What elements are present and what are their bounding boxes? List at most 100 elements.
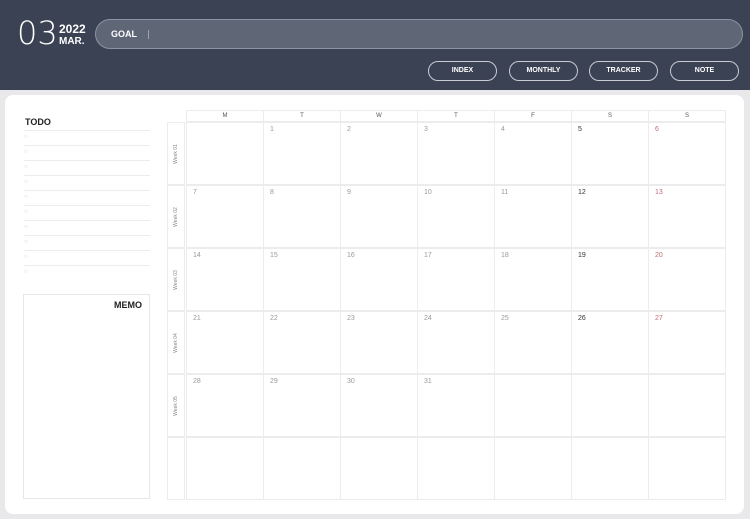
day-cell[interactable] [186, 122, 264, 185]
day-number: 7 [193, 189, 197, 196]
todo-line [24, 160, 150, 161]
day-number: 19 [578, 252, 586, 259]
day-cell[interactable] [186, 437, 264, 500]
day-number: 24 [424, 315, 432, 322]
memo-box[interactable]: MEMO [23, 294, 150, 499]
todo-checkbox-icon[interactable]: ○ [24, 164, 28, 170]
day-number: 15 [270, 252, 278, 259]
day-cell[interactable]: 6 [648, 122, 726, 185]
day-cell[interactable]: 2 [340, 122, 418, 185]
day-cell[interactable] [571, 437, 649, 500]
todo-title: TODO [25, 117, 51, 127]
day-cell[interactable]: 19 [571, 248, 649, 311]
day-cell[interactable]: 1 [263, 122, 341, 185]
day-cell[interactable] [648, 437, 726, 500]
day-number: 20 [655, 252, 663, 259]
day-cell[interactable]: 29 [263, 374, 341, 437]
month-number: 03 [17, 14, 58, 52]
day-number: 28 [193, 378, 201, 385]
day-cell[interactable]: 25 [494, 311, 572, 374]
day-cell[interactable] [494, 374, 572, 437]
day-number: 30 [347, 378, 355, 385]
weekday-header: T [263, 110, 341, 122]
todo-checkbox-icon[interactable]: ○ [24, 134, 28, 140]
todo-checkbox-icon[interactable]: ○ [24, 149, 28, 155]
todo-checkbox-icon[interactable]: ○ [24, 179, 28, 185]
day-cell[interactable]: 31 [417, 374, 495, 437]
day-number: 22 [270, 315, 278, 322]
memo-title: MEMO [114, 300, 142, 310]
todo-checkbox-icon[interactable]: ○ [24, 254, 28, 260]
day-cell[interactable]: 5 [571, 122, 649, 185]
todo-checkbox-icon[interactable]: ○ [24, 194, 28, 200]
monthly-button[interactable]: MONTHLY [509, 61, 578, 81]
day-cell[interactable] [648, 374, 726, 437]
week-label: Week 05 [173, 395, 179, 416]
day-number: 11 [501, 189, 509, 196]
day-cell[interactable] [263, 437, 341, 500]
day-cell[interactable]: 7 [186, 185, 264, 248]
day-cell[interactable]: 15 [263, 248, 341, 311]
day-cell[interactable]: 9 [340, 185, 418, 248]
index-button[interactable]: INDEX [428, 61, 497, 81]
day-cell[interactable]: 14 [186, 248, 264, 311]
day-number: 25 [501, 315, 509, 322]
todo-line [24, 145, 150, 146]
week-label-cell: Week 03 [167, 248, 185, 311]
day-cell[interactable]: 30 [340, 374, 418, 437]
day-number: 14 [193, 252, 201, 259]
day-cell[interactable]: 26 [571, 311, 649, 374]
todo-line [24, 130, 150, 131]
day-cell[interactable]: 21 [186, 311, 264, 374]
week-label-cell: Week 05 [167, 374, 185, 437]
day-cell[interactable]: 17 [417, 248, 495, 311]
day-number: 8 [270, 189, 274, 196]
day-cell[interactable] [340, 437, 418, 500]
day-cell[interactable]: 3 [417, 122, 495, 185]
note-button[interactable]: NOTE [670, 61, 739, 81]
week-label-cell: Week 02 [167, 185, 185, 248]
day-cell[interactable]: 28 [186, 374, 264, 437]
day-cell[interactable]: 20 [648, 248, 726, 311]
day-cell[interactable]: 13 [648, 185, 726, 248]
week-label: Week 01 [173, 143, 179, 164]
day-number: 5 [578, 126, 582, 133]
day-cell[interactable]: 12 [571, 185, 649, 248]
day-cell[interactable]: 11 [494, 185, 572, 248]
year-label: 2022 [59, 22, 86, 36]
day-cell[interactable]: 23 [340, 311, 418, 374]
day-number: 18 [501, 252, 509, 259]
goal-input[interactable] [146, 26, 726, 42]
day-cell[interactable]: 22 [263, 311, 341, 374]
todo-checkbox-icon[interactable]: ○ [24, 239, 28, 245]
day-cell[interactable]: 10 [417, 185, 495, 248]
header-bar: 03 2022 MAR. GOAL INDEX MONTHLY TRACKER … [0, 0, 750, 90]
day-cell[interactable]: 24 [417, 311, 495, 374]
goal-bar[interactable]: GOAL [95, 19, 743, 49]
day-cell[interactable]: 8 [263, 185, 341, 248]
todo-line [24, 220, 150, 221]
week-label-cell: Week 04 [167, 311, 185, 374]
month-abbr-label: MAR. [59, 36, 85, 47]
week-label: Week 02 [173, 206, 179, 227]
tracker-button[interactable]: TRACKER [589, 61, 658, 81]
todo-line [24, 250, 150, 251]
weekday-header: S [571, 110, 649, 122]
day-number: 9 [347, 189, 351, 196]
day-cell[interactable] [571, 374, 649, 437]
day-cell[interactable] [417, 437, 495, 500]
todo-checkbox-icon[interactable]: ○ [24, 269, 28, 275]
day-cell[interactable] [494, 437, 572, 500]
weekday-header: S [648, 110, 726, 122]
day-cell[interactable]: 4 [494, 122, 572, 185]
day-number: 1 [270, 126, 274, 133]
todo-checkbox-icon[interactable]: ○ [24, 224, 28, 230]
day-cell[interactable]: 27 [648, 311, 726, 374]
todo-checkbox-icon[interactable]: ○ [24, 209, 28, 215]
day-cell[interactable]: 16 [340, 248, 418, 311]
day-number: 2 [347, 126, 351, 133]
todo-line [24, 265, 150, 266]
day-number: 13 [655, 189, 663, 196]
day-cell[interactable]: 18 [494, 248, 572, 311]
week-label: Week 04 [173, 332, 179, 353]
